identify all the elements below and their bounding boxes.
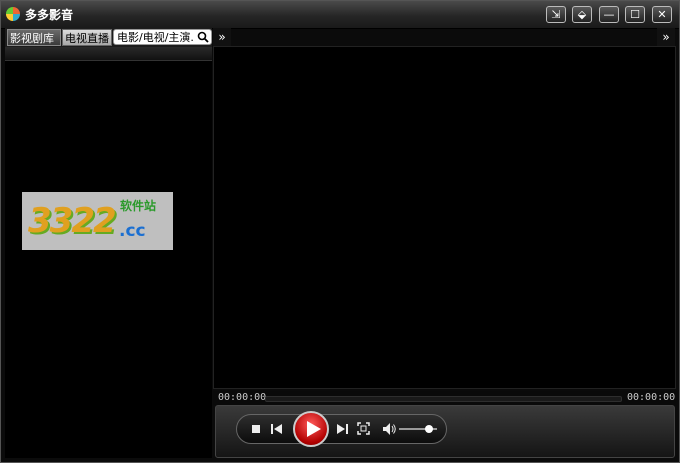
library-tabbar: 影视剧库 电视直播 [5, 28, 212, 47]
watermark-logo: 3322 .cc 软件站 [22, 192, 173, 250]
tab-film-library[interactable]: 影视剧库 [7, 29, 61, 46]
minimize-button[interactable]: — [599, 6, 619, 23]
play-icon [306, 421, 321, 437]
current-time: 00:00:00 [218, 392, 267, 403]
time-bar: 00:00:00 00:00:00 [213, 391, 676, 405]
total-time: 00:00:00 [627, 392, 676, 403]
previous-icon[interactable] [271, 424, 282, 434]
stop-icon[interactable] [251, 424, 261, 434]
menu-button[interactable]: ⬙ [572, 6, 592, 23]
control-panel [215, 405, 675, 458]
pin-button[interactable]: ⇲ [546, 6, 566, 23]
expand-playlist-button[interactable]: » [657, 28, 675, 46]
search-box[interactable] [113, 29, 212, 45]
search-icon[interactable] [197, 31, 209, 43]
play-button[interactable] [293, 411, 329, 447]
title-bar[interactable]: 多多影音 ⇲ ⬙ — ☐ ✕ [1, 1, 679, 29]
volume-icon[interactable] [383, 423, 396, 435]
library-panel: 影视剧库 电视直播 3322 .cc 软件站 [5, 28, 212, 458]
logo-number: 3322 [28, 201, 117, 241]
volume-knob[interactable] [425, 425, 433, 433]
tab-tv-live[interactable]: 电视直播 [62, 29, 112, 46]
seek-bar[interactable] [265, 396, 622, 402]
logo-site-label: 软件站 [120, 199, 157, 213]
search-input[interactable] [115, 30, 197, 44]
logo-domain: .cc [119, 221, 146, 241]
library-subbar [5, 47, 212, 61]
next-icon[interactable] [337, 424, 348, 434]
fullscreen-icon[interactable] [357, 422, 370, 435]
expand-panel-button[interactable]: » [213, 28, 231, 46]
window-title: 多多影音 [25, 8, 74, 22]
close-button[interactable]: ✕ [652, 6, 672, 23]
maximize-button[interactable]: ☐ [625, 6, 645, 23]
app-logo-icon [6, 7, 20, 21]
player-window: 多多影音 ⇲ ⬙ — ☐ ✕ 影视剧库 电视直播 3322 .cc 软件站 » … [0, 0, 680, 463]
video-display[interactable] [213, 46, 676, 389]
transport-group [236, 411, 447, 447]
